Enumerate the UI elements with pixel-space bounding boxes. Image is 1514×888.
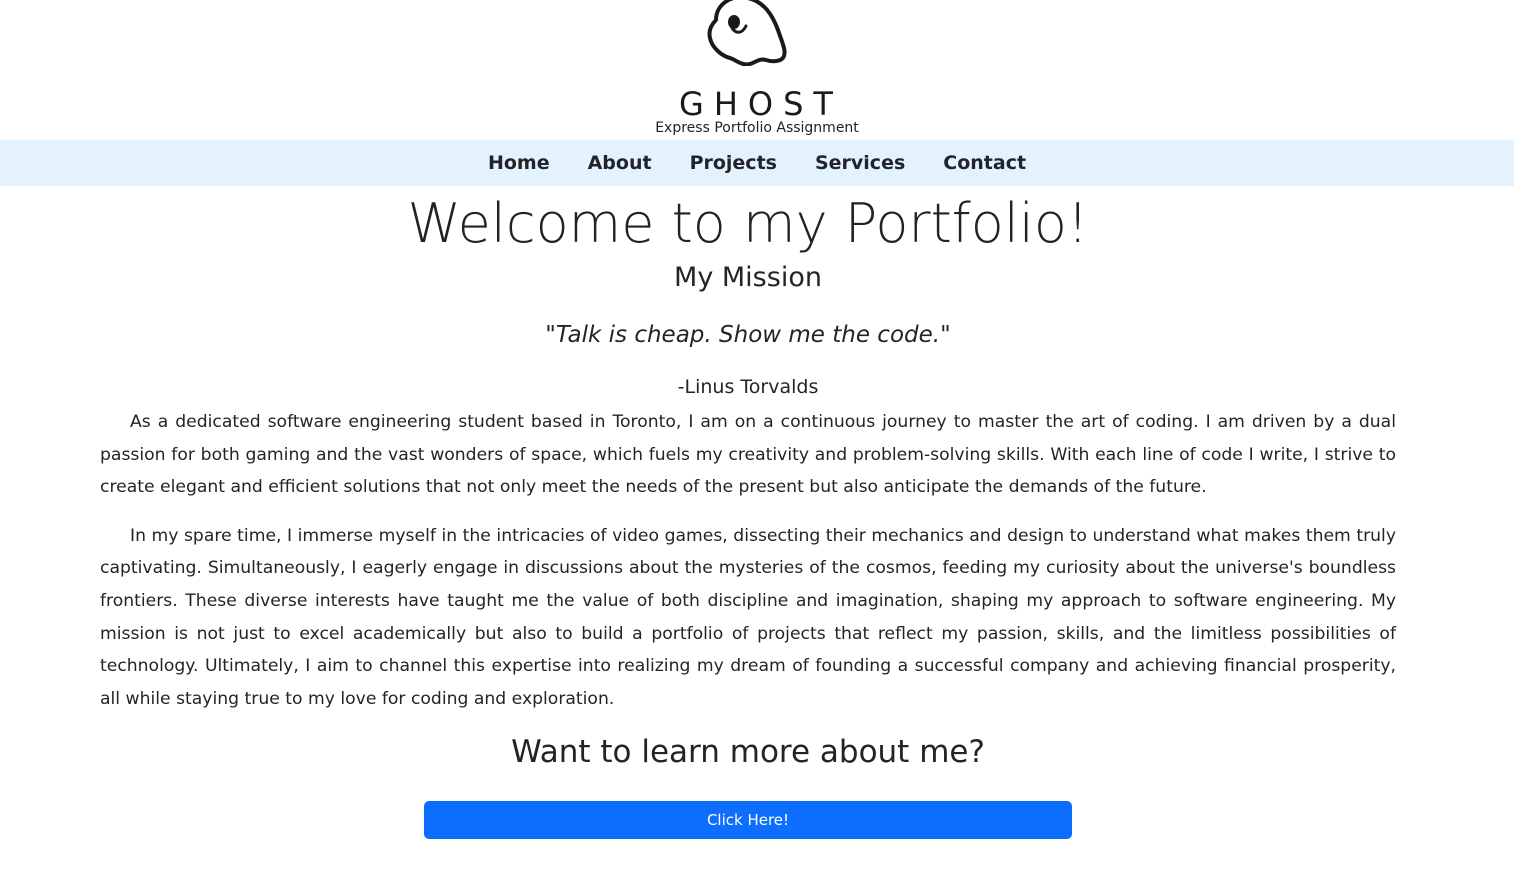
mission-paragraph-2: In my spare time, I immerse myself in th…	[100, 525, 1396, 709]
cta-heading: Want to learn more about me?	[511, 734, 985, 771]
mission-heading: My Mission	[674, 262, 822, 293]
main-content: Welcome to my Portfolio! My Mission "Tal…	[100, 186, 1396, 840]
nav-services[interactable]: Services	[815, 152, 905, 174]
nav-home[interactable]: Home	[488, 152, 550, 174]
click-here-button[interactable]: Click Here!	[424, 801, 1072, 840]
ghost-icon[interactable]	[706, 0, 790, 66]
quote: "Talk is cheap. Show me the code."	[545, 322, 951, 348]
nav-about[interactable]: About	[588, 152, 652, 174]
brand-subtitle: Express Portfolio Assignment	[655, 120, 859, 136]
mission-paragraph-1: As a dedicated software engineering stud…	[100, 412, 1396, 498]
quote-text: Talk is cheap. Show me the code.	[555, 322, 941, 348]
main-navbar: Home About Projects Services Contact	[0, 140, 1514, 186]
page-title: Welcome to my Portfolio!	[407, 192, 1089, 255]
quote-author: -Linus Torvalds	[677, 376, 819, 398]
nav-contact[interactable]: Contact	[943, 152, 1026, 174]
site-header: GHOST Express Portfolio Assignment	[0, 0, 1514, 140]
brand-name: GHOST	[679, 85, 843, 123]
nav-projects[interactable]: Projects	[690, 152, 777, 174]
